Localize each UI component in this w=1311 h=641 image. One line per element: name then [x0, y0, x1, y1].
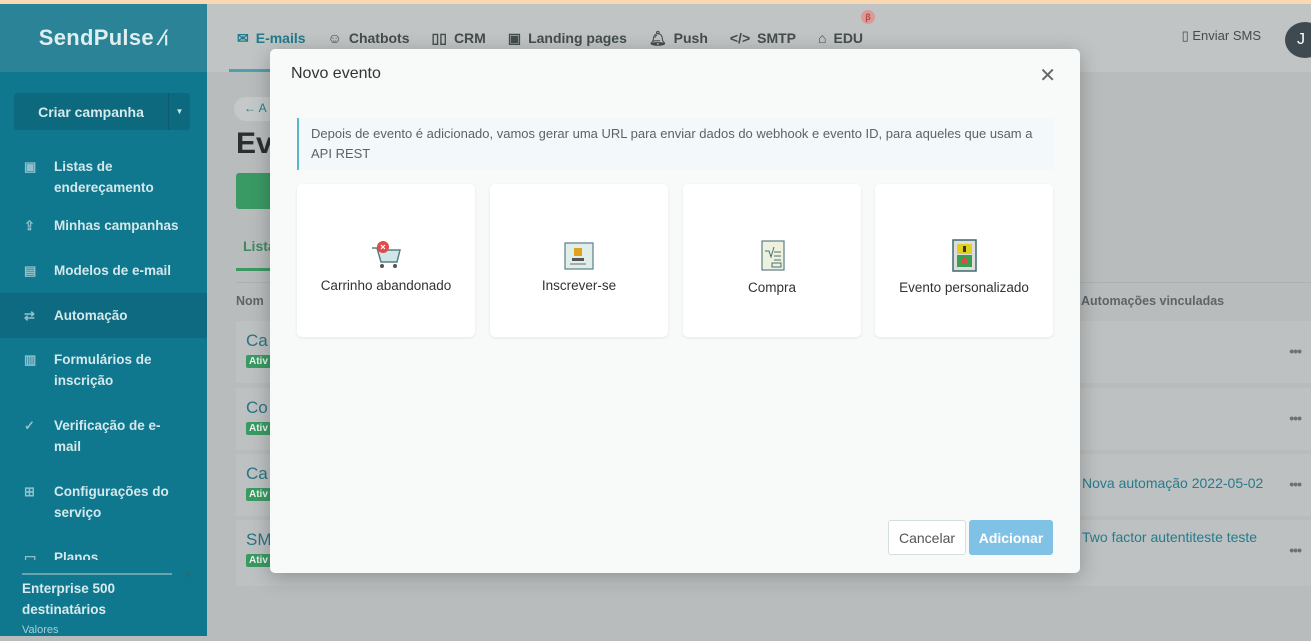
- event-type-custom[interactable]: Evento personalizado: [875, 184, 1053, 337]
- template-icon: ▤: [24, 263, 37, 278]
- more-icon[interactable]: •••: [1289, 343, 1302, 359]
- card-label: Compra: [747, 280, 796, 295]
- dialog-title: Novo evento: [291, 65, 381, 82]
- sidebar-item-label: Verificação de e-mail: [54, 418, 161, 454]
- pulse-icon: ⁄ₗ: [153, 25, 169, 50]
- tab-label: Push: [673, 30, 708, 46]
- event-name[interactable]: Ca: [246, 331, 268, 351]
- event-type-subscribe[interactable]: Inscrever-se: [490, 184, 668, 337]
- abandoned-cart-icon: [372, 241, 401, 268]
- sidebar-item-label: Automação: [54, 308, 128, 323]
- plan-name: Enterprise 500 destinatários: [22, 581, 116, 617]
- tab-label: Chatbots: [348, 30, 410, 46]
- chatbot-icon: ☺: [327, 30, 342, 46]
- card-label: Inscrever-se: [541, 278, 617, 293]
- create-campaign-button[interactable]: Criar campanha ▼: [14, 93, 190, 130]
- status-badge: Ativ: [246, 554, 271, 567]
- close-icon[interactable]: ✕: [1039, 63, 1056, 88]
- plan-info: Enterprise 500 destinatários Valores: [22, 578, 172, 641]
- send-sms-button[interactable]: ▯ Enviar SMS: [1182, 28, 1261, 44]
- plan-values-link[interactable]: Valores: [22, 620, 172, 641]
- status-badge: Ativ: [246, 355, 271, 368]
- more-icon[interactable]: •••: [1289, 410, 1302, 426]
- logo[interactable]: SendPulse ⁄ₗ: [0, 4, 207, 72]
- mail-icon: ✉: [237, 29, 249, 46]
- sidebar-nav: ▣ Listas de endereçamento ⇪ Minhas campanh…: [0, 149, 207, 560]
- logo-text: SendPulse: [38, 25, 154, 50]
- sidebar-item-formularios[interactable]: ▥ Formulários de inscrição: [0, 342, 207, 398]
- collapse-sidebar-icon[interactable]: ‹: [186, 565, 191, 583]
- event-name[interactable]: Ca: [246, 464, 268, 484]
- status-badge: Ativ: [246, 422, 271, 435]
- sidebar-item-configuracoes[interactable]: ⊞ Configurações do serviço: [0, 474, 207, 530]
- code-icon: </>: [729, 30, 751, 46]
- receipt-icon: [761, 240, 785, 271]
- more-icon[interactable]: •••: [1289, 542, 1302, 558]
- sidebar-item-modelos[interactable]: ▤ Modelos de e-mail: [0, 253, 207, 288]
- sidebar-item-label: Configurações do serviço: [54, 484, 169, 520]
- event-name[interactable]: SM: [246, 530, 272, 550]
- sidebar-item-label: Formulários de inscrição: [54, 352, 152, 388]
- linked-automation-link[interactable]: Two factor autentiteste teste: [1082, 526, 1262, 549]
- cancel-button[interactable]: Cancelar: [888, 520, 966, 555]
- sidebar-item-label: Modelos de e-mail: [54, 263, 172, 278]
- landing-icon: ▣: [507, 29, 522, 46]
- column-name: Nom: [236, 294, 264, 308]
- plans-icon: ▭: [24, 550, 37, 560]
- more-icon[interactable]: •••: [1289, 476, 1302, 492]
- linked-automation-link[interactable]: Nova automação 2022-05-02: [1082, 472, 1263, 495]
- tab-label: EDU: [833, 30, 864, 46]
- address-book-icon: ▣: [24, 159, 37, 174]
- beta-badge: β: [861, 10, 876, 24]
- sidebar-item-listas[interactable]: ▣ Listas de endereçamento: [0, 149, 207, 205]
- bell-icon: 🔔︎: [648, 29, 667, 46]
- sidebar-item-label: Minhas campanhas: [54, 218, 179, 233]
- subscribe-icon: [564, 242, 594, 270]
- new-event-dialog: Novo evento ✕ Depois de evento é adicion…: [270, 49, 1080, 573]
- crm-icon: ▯▯: [431, 29, 447, 46]
- column-linked-automations: Automações vinculadas: [1081, 294, 1225, 308]
- info-note: Depois de evento é adicionado, vamos ger…: [297, 118, 1053, 170]
- event-type-purchase[interactable]: Compra: [683, 184, 861, 337]
- settings-icon: ⊞: [24, 484, 35, 499]
- tab-label: Landing pages: [528, 30, 627, 46]
- sidebar: SendPulse ⁄ₗ Criar campanha ▼ ▣ Listas de…: [0, 4, 207, 636]
- card-label: Evento personalizado: [899, 280, 1029, 295]
- phone-icon: ▯: [1181, 28, 1193, 43]
- upload-icon: ⇪: [24, 218, 35, 233]
- custom-event-icon: [952, 239, 977, 272]
- sidebar-item-label: Listas de endereçamento: [54, 159, 154, 195]
- sidebar-item-verificacao[interactable]: ✓ Verificação de e-mail: [0, 408, 207, 464]
- chevron-down-icon[interactable]: ▼: [168, 93, 190, 130]
- graduation-cap-icon: ⌂: [818, 30, 827, 46]
- tab-label: CRM: [453, 30, 486, 46]
- tab-label: SMTP: [757, 30, 797, 46]
- sidebar-item-label: Planos: [54, 550, 99, 560]
- check-circle-icon: ✓: [24, 418, 35, 433]
- add-button[interactable]: Adicionar: [969, 520, 1053, 555]
- sidebar-item-automacao[interactable]: ⇄ Automação: [0, 293, 207, 338]
- sidebar-item-campanhas[interactable]: ⇪ Minhas campanhas: [0, 208, 207, 243]
- form-icon: ▥: [24, 352, 37, 367]
- card-label: Carrinho abandonado: [320, 278, 452, 293]
- event-type-abandoned-cart[interactable]: Carrinho abandonado: [297, 184, 475, 337]
- avatar[interactable]: J: [1285, 22, 1311, 58]
- sidebar-scrollbar[interactable]: [22, 573, 172, 575]
- automation-icon: ⇄: [24, 308, 35, 323]
- status-badge: Ativ: [246, 488, 271, 501]
- tab-label: E-mails: [255, 30, 306, 46]
- event-name[interactable]: Co: [246, 398, 268, 418]
- page-title: Ev: [236, 127, 273, 160]
- sidebar-item-planos[interactable]: ▭ Planos: [0, 540, 207, 560]
- send-sms-label: Enviar SMS: [1192, 28, 1261, 43]
- create-campaign-label[interactable]: Criar campanha: [14, 93, 168, 130]
